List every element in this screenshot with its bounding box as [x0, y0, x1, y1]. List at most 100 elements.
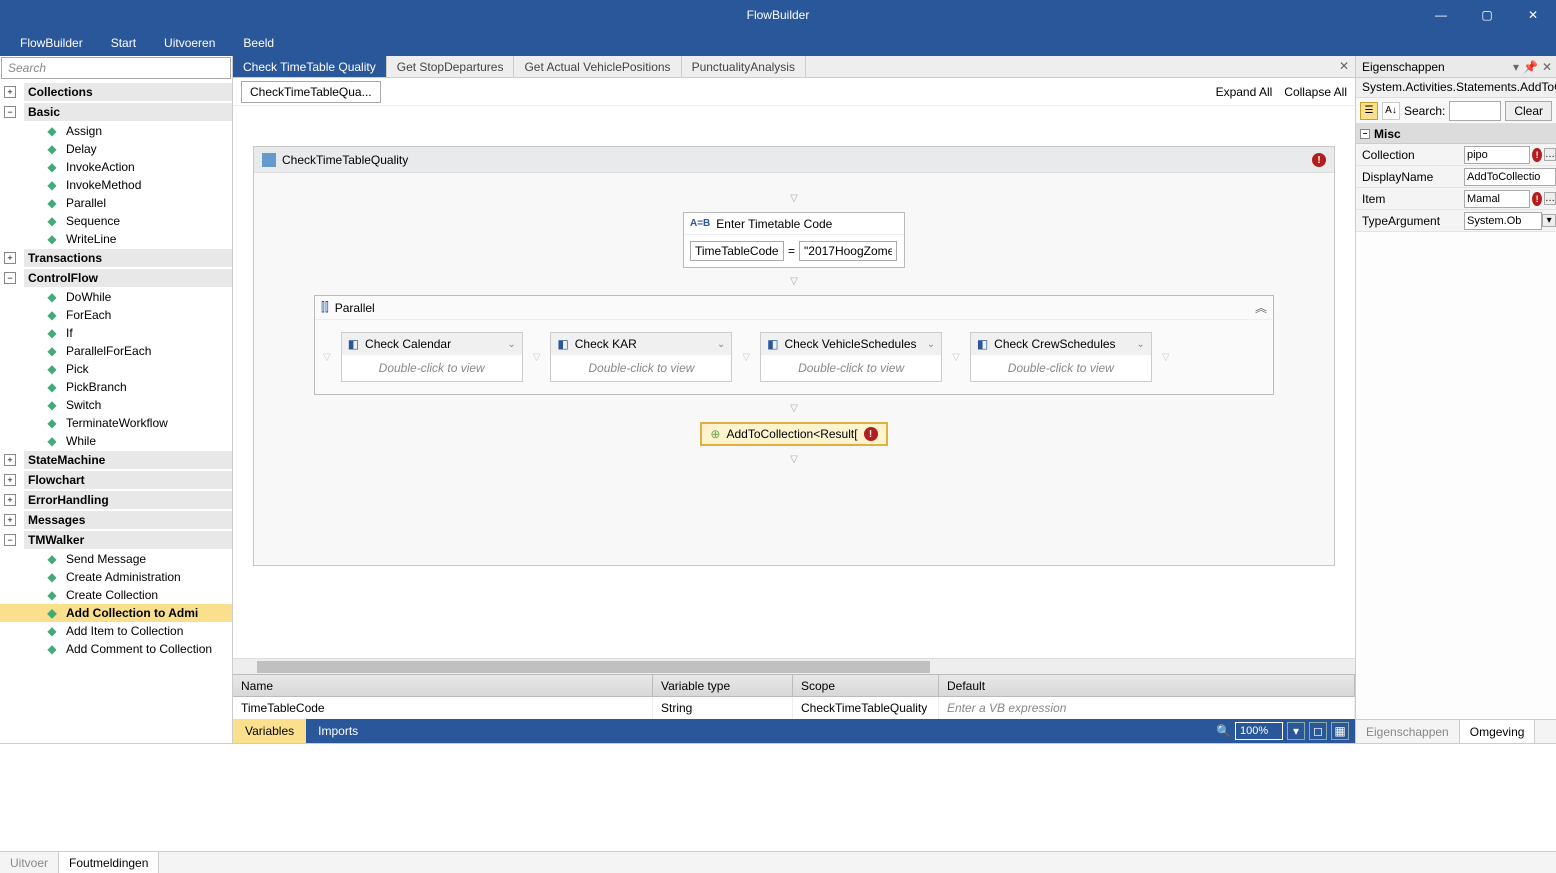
expand-icon[interactable]: − — [4, 534, 16, 546]
parallel-branch[interactable]: ◧Check KAR⌄Double-click to view — [550, 332, 732, 382]
chevron-down-icon[interactable]: ⌄ — [1136, 339, 1144, 350]
tab-imports[interactable]: Imports — [306, 719, 370, 743]
sequence-container[interactable]: CheckTimeTableQuality ! ▽ A=B Enter Time… — [253, 146, 1335, 566]
pin-icon[interactable]: 📌 — [1523, 60, 1538, 74]
tab-omgeving[interactable]: Omgeving — [1460, 720, 1536, 743]
properties-search-input[interactable] — [1449, 101, 1501, 121]
tab-foutmeldingen[interactable]: Foutmeldingen — [59, 852, 159, 873]
dropdown-icon[interactable]: ▾ — [1542, 214, 1556, 227]
error-icon[interactable]: ! — [864, 427, 878, 441]
chevron-down-icon[interactable]: ⌄ — [507, 339, 515, 350]
group-basic[interactable]: −Basic — [0, 102, 232, 122]
toolbox-item[interactable]: ◆Sequence — [0, 212, 232, 230]
collapse-all-link[interactable]: Collapse All — [1284, 85, 1347, 99]
error-icon[interactable]: ! — [1532, 192, 1542, 206]
column-header-name[interactable]: Name — [233, 675, 653, 696]
group-controlflow[interactable]: −ControlFlow — [0, 268, 232, 288]
ellipsis-button[interactable]: … — [1544, 192, 1556, 205]
expand-icon[interactable]: + — [4, 252, 16, 264]
assign-activity[interactable]: A=B Enter Timetable Code = — [683, 212, 905, 268]
horizontal-scrollbar[interactable] — [233, 658, 1355, 674]
error-icon[interactable]: ! — [1532, 148, 1542, 162]
ellipsis-button[interactable]: … — [1544, 148, 1556, 161]
tab-eigenschappen[interactable]: Eigenschappen — [1356, 720, 1460, 743]
expand-icon[interactable]: + — [4, 514, 16, 526]
toolbox-item[interactable]: ◆While — [0, 432, 232, 450]
addtocollection-activity[interactable]: ⊕ AddToCollection<Result[ ! — [700, 422, 887, 446]
toolbox-item[interactable]: ◆WriteLine — [0, 230, 232, 248]
variable-scope[interactable]: CheckTimeTableQuality — [793, 697, 939, 719]
chevron-down-icon[interactable]: ⌄ — [717, 339, 725, 350]
menu-flowbuilder[interactable]: FlowBuilder — [6, 29, 97, 56]
expand-icon[interactable]: + — [4, 454, 16, 466]
assign-value-input[interactable] — [799, 241, 897, 261]
expand-icon[interactable]: − — [4, 272, 16, 284]
toolbox-search[interactable]: Search — [1, 57, 231, 79]
toolbox-item[interactable]: ◆Assign — [0, 122, 232, 140]
group-flowchart[interactable]: +Flowchart — [0, 470, 232, 490]
tab-get-actual-vehiclepositions[interactable]: Get Actual VehiclePositions — [514, 56, 681, 77]
branch-hint[interactable]: Double-click to view — [761, 355, 941, 381]
search-icon[interactable]: 🔍 — [1216, 724, 1231, 738]
property-value-input[interactable] — [1464, 146, 1530, 164]
minimize-button[interactable]: — — [1418, 0, 1464, 29]
collapse-icon[interactable]: ︽ — [1255, 299, 1267, 316]
variable-default[interactable]: Enter a VB expression — [939, 697, 1355, 719]
sort-category-icon[interactable]: ☰ — [1360, 102, 1378, 120]
zoom-input[interactable] — [1235, 722, 1283, 740]
property-value-input[interactable] — [1464, 212, 1542, 230]
toolbox-item[interactable]: ◆InvokeAction — [0, 158, 232, 176]
group-errorhandling[interactable]: +ErrorHandling — [0, 490, 232, 510]
parallel-activity[interactable]: ⫿⫿ Parallel ︽ ▽◧Check Calendar⌄Double-cl… — [314, 295, 1274, 395]
branch-hint[interactable]: Double-click to view — [551, 355, 731, 381]
group-transactions[interactable]: +Transactions — [0, 248, 232, 268]
column-header-type[interactable]: Variable type — [653, 675, 793, 696]
toolbox-item[interactable]: ◆Create Collection — [0, 586, 232, 604]
property-value-input[interactable] — [1464, 190, 1530, 208]
expand-icon[interactable]: − — [4, 106, 16, 118]
sort-alpha-icon[interactable]: A↓ — [1382, 102, 1400, 120]
chevron-down-icon[interactable]: ⌄ — [927, 339, 935, 350]
breadcrumb[interactable]: CheckTimeTableQua... — [241, 81, 381, 103]
tab-variables[interactable]: Variables — [233, 719, 306, 743]
expand-icon[interactable]: + — [4, 86, 16, 98]
column-header-scope[interactable]: Scope — [793, 675, 939, 696]
tab-get-stopdepartures[interactable]: Get StopDepartures — [387, 56, 515, 77]
tab-punctualityanalysis[interactable]: PunctualityAnalysis — [682, 56, 806, 77]
parallel-branch[interactable]: ◧Check Calendar⌄Double-click to view — [341, 332, 523, 382]
toolbox-item[interactable]: ◆PickBranch — [0, 378, 232, 396]
toolbox-item[interactable]: ◆Switch — [0, 396, 232, 414]
toolbox-item[interactable]: ◆InvokeMethod — [0, 176, 232, 194]
expand-icon[interactable]: + — [4, 494, 16, 506]
group-collections[interactable]: +Collections — [0, 82, 232, 102]
toolbox-item[interactable]: ◆ForEach — [0, 306, 232, 324]
toolbox-item[interactable]: ◆Delay — [0, 140, 232, 158]
section-toggle-icon[interactable]: − — [1360, 129, 1370, 139]
parallel-branch[interactable]: ◧Check CrewSchedules⌄Double-click to vie… — [970, 332, 1152, 382]
assign-variable-input[interactable] — [690, 241, 784, 261]
error-icon[interactable]: ! — [1312, 153, 1326, 167]
expand-icon[interactable]: + — [4, 474, 16, 486]
tab-check-timetable-quality[interactable]: Check TimeTable Quality — [233, 56, 387, 77]
maximize-button[interactable]: ▢ — [1464, 0, 1510, 29]
menu-start[interactable]: Start — [97, 29, 150, 56]
panel-close-icon[interactable]: ✕ — [1542, 60, 1552, 74]
expand-all-link[interactable]: Expand All — [1216, 85, 1273, 99]
toolbox-item[interactable]: ◆Add Item to Collection — [0, 622, 232, 640]
toolbox-item[interactable]: ◆If — [0, 324, 232, 342]
group-tmwalker[interactable]: −TMWalker — [0, 530, 232, 550]
overview-icon[interactable]: ▦ — [1331, 722, 1349, 740]
toolbox-item[interactable]: ◆ParallelForEach — [0, 342, 232, 360]
toolbox-item[interactable]: ◆Parallel — [0, 194, 232, 212]
toolbox-item[interactable]: ◆Create Administration — [0, 568, 232, 586]
menu-beeld[interactable]: Beeld — [229, 29, 288, 56]
toolbox-item[interactable]: ◆Add Comment to Collection — [0, 640, 232, 658]
group-statemachine[interactable]: +StateMachine — [0, 450, 232, 470]
toolbox-item[interactable]: ◆DoWhile — [0, 288, 232, 306]
tab-uitvoer[interactable]: Uitvoer — [0, 852, 59, 873]
clear-button[interactable]: Clear — [1505, 101, 1552, 121]
close-button[interactable]: ✕ — [1510, 0, 1556, 29]
parallel-branch[interactable]: ◧Check VehicleSchedules⌄Double-click to … — [760, 332, 942, 382]
tab-close-icon[interactable]: ✕ — [1339, 59, 1349, 73]
workflow-canvas[interactable]: CheckTimeTableQuality ! ▽ A=B Enter Time… — [233, 106, 1355, 658]
